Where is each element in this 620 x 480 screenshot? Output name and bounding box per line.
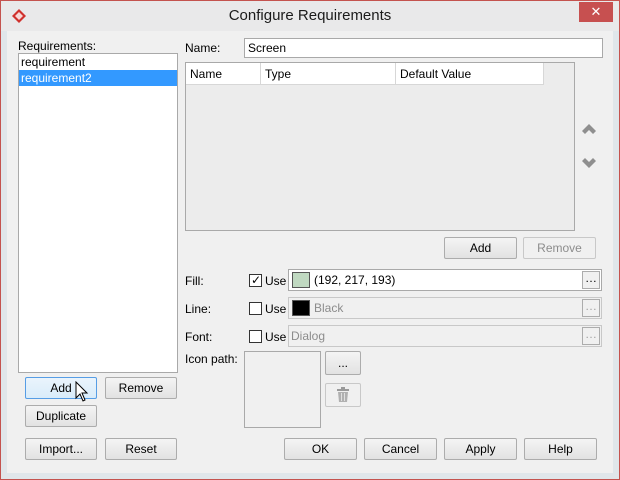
fill-label: Fill: — [185, 274, 204, 288]
configure-requirements-dialog: Configure Requirements ✕ Requirements: r… — [0, 0, 620, 480]
chevron-down-icon[interactable] — [580, 156, 598, 170]
name-label: Name: — [185, 41, 221, 55]
dialog-content: Requirements: requirement requirement2 A… — [7, 31, 613, 473]
line-color-value: Black — [314, 301, 344, 315]
properties-table[interactable]: Name Type Default Value — [185, 62, 575, 231]
trash-icon — [337, 387, 349, 402]
close-button[interactable]: ✕ — [579, 2, 613, 22]
import-button[interactable]: Import... — [25, 438, 97, 460]
add-property-button[interactable]: Add — [444, 237, 517, 259]
mouse-cursor-icon — [75, 381, 89, 402]
apply-button[interactable]: Apply — [444, 438, 517, 460]
column-header-default-value[interactable]: Default Value — [396, 63, 544, 85]
ok-button[interactable]: OK — [284, 438, 357, 460]
font-field[interactable]: Dialog … — [288, 325, 602, 347]
font-value: Dialog — [291, 329, 326, 343]
duplicate-requirement-button[interactable]: Duplicate — [25, 405, 97, 427]
list-item[interactable]: requirement — [19, 54, 177, 70]
line-color-swatch — [292, 300, 310, 316]
icon-path-preview — [244, 351, 321, 428]
window-title: Configure Requirements — [228, 7, 392, 24]
icon-path-delete-button[interactable] — [325, 383, 361, 407]
line-color-field[interactable]: Black … — [288, 297, 602, 319]
line-label: Line: — [185, 302, 212, 316]
column-header-type[interactable]: Type — [261, 63, 396, 85]
icon-path-label: Icon path: — [185, 352, 238, 366]
font-use-label: Use — [265, 330, 287, 344]
reset-button[interactable]: Reset — [105, 438, 177, 460]
fill-use-label: Use — [265, 274, 287, 288]
font-label: Font: — [185, 330, 213, 344]
requirements-list[interactable]: requirement requirement2 — [18, 53, 178, 373]
fill-use-checkbox[interactable]: ✓ — [249, 273, 262, 287]
list-item[interactable]: requirement2 — [19, 70, 177, 86]
name-input[interactable]: Screen — [244, 38, 603, 58]
help-button[interactable]: Help — [524, 438, 597, 460]
chevron-up-icon[interactable] — [580, 122, 598, 136]
fill-color-browse-button[interactable]: … — [582, 271, 600, 289]
fill-color-field[interactable]: (192, 217, 193) … — [288, 269, 602, 291]
line-use-checkbox[interactable] — [249, 302, 262, 315]
title-bar[interactable]: Configure Requirements ✕ — [1, 1, 619, 31]
font-use-checkbox[interactable] — [249, 330, 262, 343]
font-browse-button[interactable]: … — [582, 327, 600, 345]
icon-path-browse-button[interactable]: ... — [325, 351, 361, 375]
line-color-browse-button[interactable]: … — [582, 299, 600, 317]
cancel-button[interactable]: Cancel — [364, 438, 437, 460]
remove-requirement-button[interactable]: Remove — [105, 377, 177, 399]
remove-property-button[interactable]: Remove — [523, 237, 596, 259]
line-use-label: Use — [265, 302, 287, 316]
requirements-label: Requirements: — [18, 39, 97, 53]
column-header-name[interactable]: Name — [186, 63, 261, 85]
fill-color-swatch — [292, 272, 310, 288]
fill-color-value: (192, 217, 193) — [314, 273, 396, 287]
